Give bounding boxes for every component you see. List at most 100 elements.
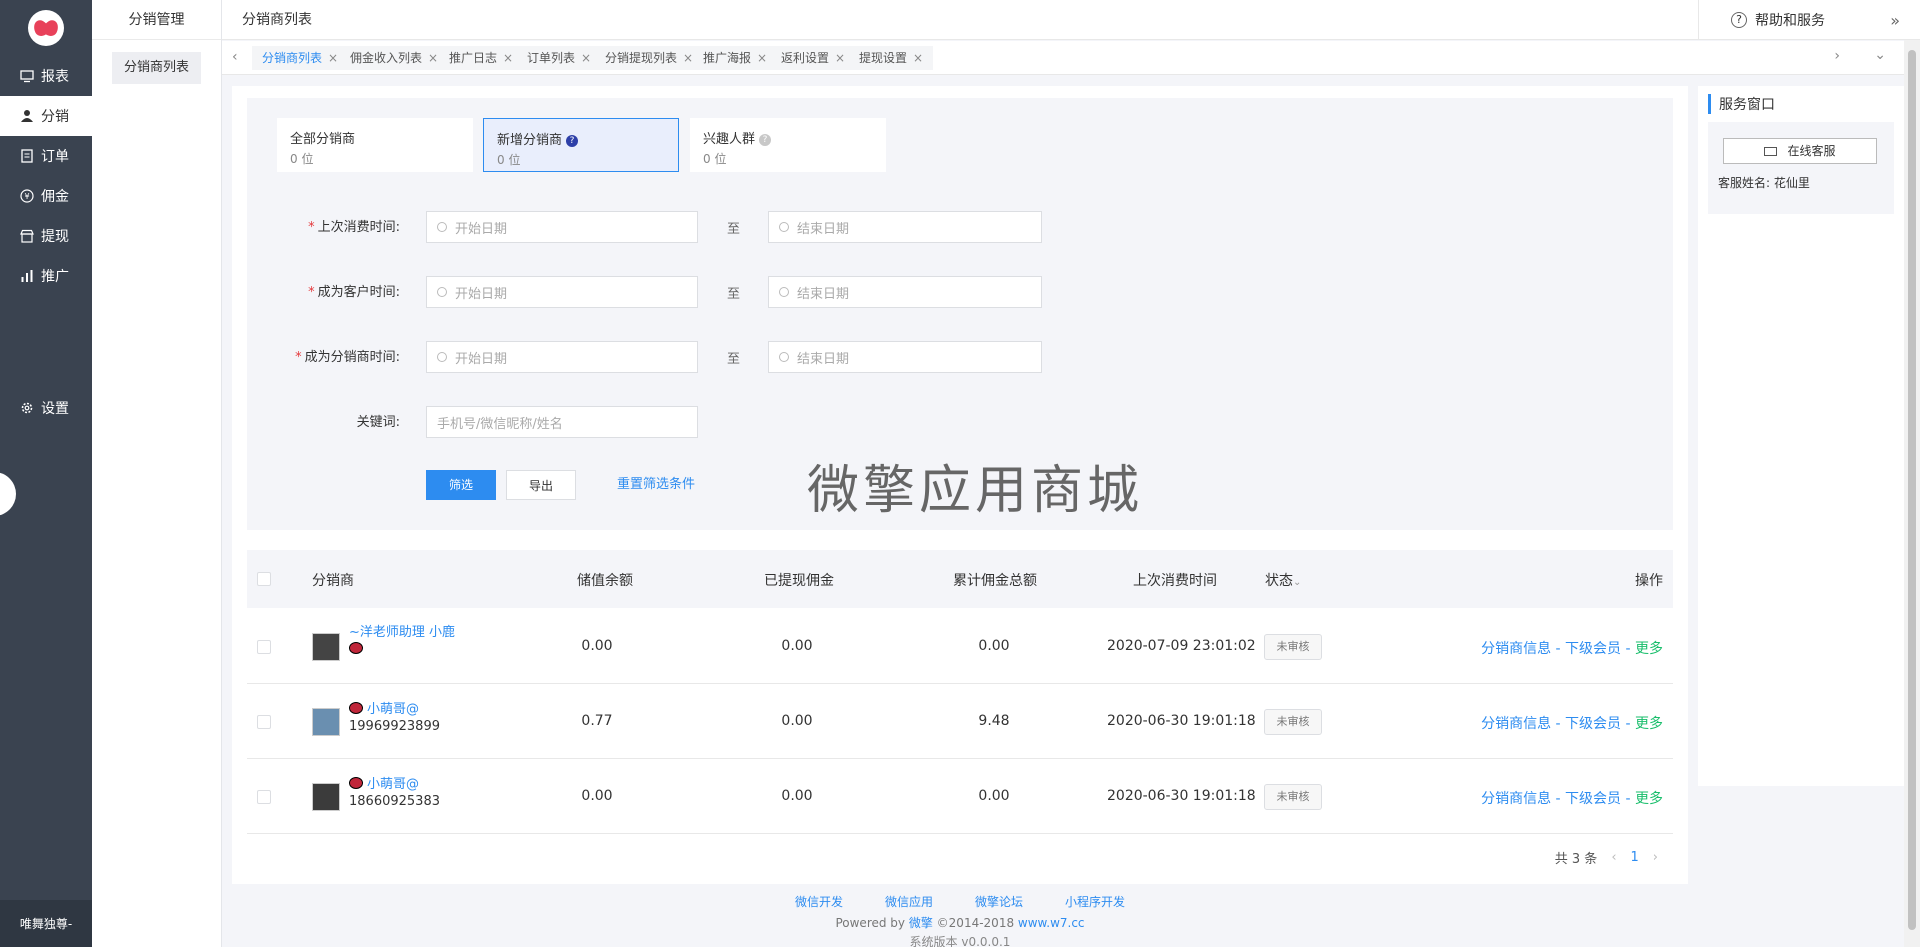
sidebar-item-orders[interactable]: 订单 bbox=[0, 136, 92, 176]
close-icon[interactable]: × bbox=[757, 51, 767, 65]
more-link[interactable]: 更多 bbox=[1635, 716, 1663, 732]
tab-label: 佣金收入列表 bbox=[350, 51, 423, 65]
prev-page-icon[interactable]: ‹ bbox=[1611, 850, 1616, 865]
chevron-down-icon[interactable]: ⌄ bbox=[1874, 47, 1886, 63]
card-title: 全部分销商 bbox=[290, 132, 356, 147]
close-icon[interactable]: × bbox=[328, 51, 338, 65]
distributor-info-link[interactable]: 分销商信息 bbox=[1481, 641, 1551, 657]
tab-distributor-list[interactable]: 分销商列表 × bbox=[252, 46, 349, 70]
sidebar-collapse-toggle[interactable] bbox=[0, 472, 16, 516]
footer-link[interactable]: 微信开发 bbox=[795, 893, 843, 910]
table-row: 小萌哥@ 18660925383 0.00 0.00 0.00 2020-06-… bbox=[247, 759, 1673, 834]
to-label: 至 bbox=[727, 222, 741, 237]
subside-item-distributor-list[interactable]: 分销商列表 bbox=[112, 52, 201, 84]
sidebar-item-withdraw[interactable]: 提现 bbox=[0, 216, 92, 256]
chevron-right-icon[interactable]: › bbox=[1834, 48, 1840, 64]
sub-members-link[interactable]: 下级会员 bbox=[1565, 791, 1621, 807]
yen-icon: ¥ bbox=[20, 189, 34, 203]
become-distributor-end-date[interactable]: 结束日期 bbox=[768, 341, 1042, 373]
become-customer-end-date[interactable]: 结束日期 bbox=[768, 276, 1042, 308]
close-icon[interactable]: × bbox=[913, 51, 923, 65]
card-interest-group[interactable]: 兴趣人群? 0 位 bbox=[690, 118, 886, 172]
lips-emoji-icon bbox=[349, 777, 363, 789]
distributor-info-link[interactable]: 分销商信息 bbox=[1481, 716, 1551, 732]
keyword-input[interactable]: 手机号/微信昵称/姓名 bbox=[426, 406, 698, 438]
footer: 微信开发 微信应用 微擎论坛 小程序开发 Powered by 微擎 ©2014… bbox=[232, 893, 1688, 947]
help-service-button[interactable]: ? 帮助和服务 » bbox=[1698, 0, 1920, 40]
row-checkbox[interactable] bbox=[257, 715, 271, 729]
footer-link[interactable]: 微信应用 bbox=[885, 893, 933, 910]
tab-commission-income[interactable]: 佣金收入列表 × bbox=[340, 46, 449, 70]
avatar[interactable] bbox=[312, 633, 340, 661]
filter-button[interactable]: 筛选 bbox=[426, 470, 496, 500]
row-checkbox[interactable] bbox=[257, 790, 271, 804]
tab-promote-poster[interactable]: 推广海报 × bbox=[693, 46, 778, 70]
tab-order-list[interactable]: 订单列表 × bbox=[517, 46, 602, 70]
tab-rebate-settings[interactable]: 返利设置 × bbox=[771, 46, 856, 70]
service-panel: 服务窗口 在线客服 客服姓名: 花仙里 bbox=[1698, 86, 1904, 786]
user-account-label[interactable]: 唯舞独尊- bbox=[0, 900, 92, 947]
footer-link[interactable]: 小程序开发 bbox=[1065, 893, 1125, 910]
more-link[interactable]: 更多 bbox=[1635, 641, 1663, 657]
brand-link[interactable]: 微擎 bbox=[909, 916, 933, 930]
scrollbar-thumb[interactable] bbox=[1908, 50, 1916, 930]
avatar[interactable] bbox=[312, 783, 340, 811]
filter-panel: 全部分销商 0 位 新增分销商? 0 位 兴趣人群? 0 位 * 上次消费时间: … bbox=[247, 98, 1673, 530]
distributor-name[interactable]: 小萌哥@ bbox=[349, 773, 419, 792]
tab-withdraw-settings[interactable]: 提现设置 × bbox=[849, 46, 934, 70]
double-chevron-right-icon[interactable]: » bbox=[1890, 11, 1900, 30]
card-all-distributors[interactable]: 全部分销商 0 位 bbox=[277, 118, 473, 172]
tab-promote-log[interactable]: 推广日志 × bbox=[439, 46, 524, 70]
close-icon[interactable]: × bbox=[428, 51, 438, 65]
sidebar-item-label: 佣金 bbox=[41, 189, 69, 205]
close-icon[interactable]: × bbox=[581, 51, 591, 65]
close-icon[interactable]: × bbox=[503, 51, 513, 65]
last-consume-start-date[interactable]: 开始日期 bbox=[426, 211, 698, 243]
sub-members-link[interactable]: 下级会员 bbox=[1565, 716, 1621, 732]
page-scrollbar[interactable] bbox=[1904, 40, 1920, 947]
table-row: 小萌哥@ 19969923899 0.77 0.00 9.48 2020-06-… bbox=[247, 684, 1673, 759]
next-page-icon[interactable]: › bbox=[1653, 850, 1658, 865]
row-actions: 分销商信息 - 下级会员 - 更多 bbox=[1481, 716, 1663, 732]
top-bar: 分销商列表 ? 帮助和服务 » bbox=[222, 0, 1920, 40]
distributor-name[interactable]: ~洋老师助理 小鹿 bbox=[349, 621, 455, 640]
sidebar-item-promote[interactable]: 推广 bbox=[0, 256, 92, 296]
close-icon[interactable]: × bbox=[683, 51, 693, 65]
sidebar-item-settings[interactable]: 设置 bbox=[0, 388, 92, 428]
site-link[interactable]: www.w7.cc bbox=[1018, 916, 1085, 930]
sub-members-link[interactable]: 下级会员 bbox=[1565, 641, 1621, 657]
reset-filter-link[interactable]: 重置筛选条件 bbox=[596, 470, 716, 500]
clock-icon bbox=[779, 222, 789, 232]
document-icon bbox=[20, 149, 34, 163]
become-customer-start-date[interactable]: 开始日期 bbox=[426, 276, 698, 308]
sidebar-item-distribution[interactable]: 分销 bbox=[0, 96, 92, 136]
page-number[interactable]: 1 bbox=[1631, 850, 1639, 865]
more-link[interactable]: 更多 bbox=[1635, 791, 1663, 807]
footer-link[interactable]: 微擎论坛 bbox=[975, 893, 1023, 910]
chevron-left-icon[interactable]: ‹ bbox=[232, 49, 238, 65]
page-title: 分销商列表 bbox=[242, 12, 312, 28]
online-service-button[interactable]: 在线客服 bbox=[1723, 138, 1877, 164]
sidebar-item-report[interactable]: 报表 bbox=[0, 56, 92, 96]
select-all-checkbox[interactable] bbox=[257, 572, 271, 586]
col-last-time: 上次消费时间 bbox=[1133, 573, 1217, 589]
close-icon[interactable]: × bbox=[835, 51, 845, 65]
sidebar-item-commission[interactable]: ¥ 佣金 bbox=[0, 176, 92, 216]
card-new-distributors[interactable]: 新增分销商? 0 位 bbox=[483, 118, 679, 172]
sidebar-item-label: 订单 bbox=[41, 149, 69, 165]
row-actions: 分销商信息 - 下级会员 - 更多 bbox=[1481, 641, 1663, 657]
last-consume-end-date[interactable]: 结束日期 bbox=[768, 211, 1042, 243]
row-actions: 分销商信息 - 下级会员 - 更多 bbox=[1481, 791, 1663, 807]
become-distributor-start-date[interactable]: 开始日期 bbox=[426, 341, 698, 373]
app-logo[interactable] bbox=[28, 10, 64, 46]
avatar[interactable] bbox=[312, 708, 340, 736]
export-button[interactable]: 导出 bbox=[506, 470, 576, 500]
row-checkbox[interactable] bbox=[257, 640, 271, 654]
question-icon[interactable]: ? bbox=[566, 135, 579, 147]
distributor-name[interactable]: 小萌哥@ bbox=[349, 698, 419, 717]
distributor-info-link[interactable]: 分销商信息 bbox=[1481, 791, 1551, 807]
col-status[interactable]: 状态⌄ bbox=[1265, 570, 1301, 590]
tab-withdraw-list[interactable]: 分销提现列表 × bbox=[595, 46, 704, 70]
question-icon[interactable]: ? bbox=[759, 134, 772, 146]
sidebar-item-label: 设置 bbox=[41, 401, 69, 417]
